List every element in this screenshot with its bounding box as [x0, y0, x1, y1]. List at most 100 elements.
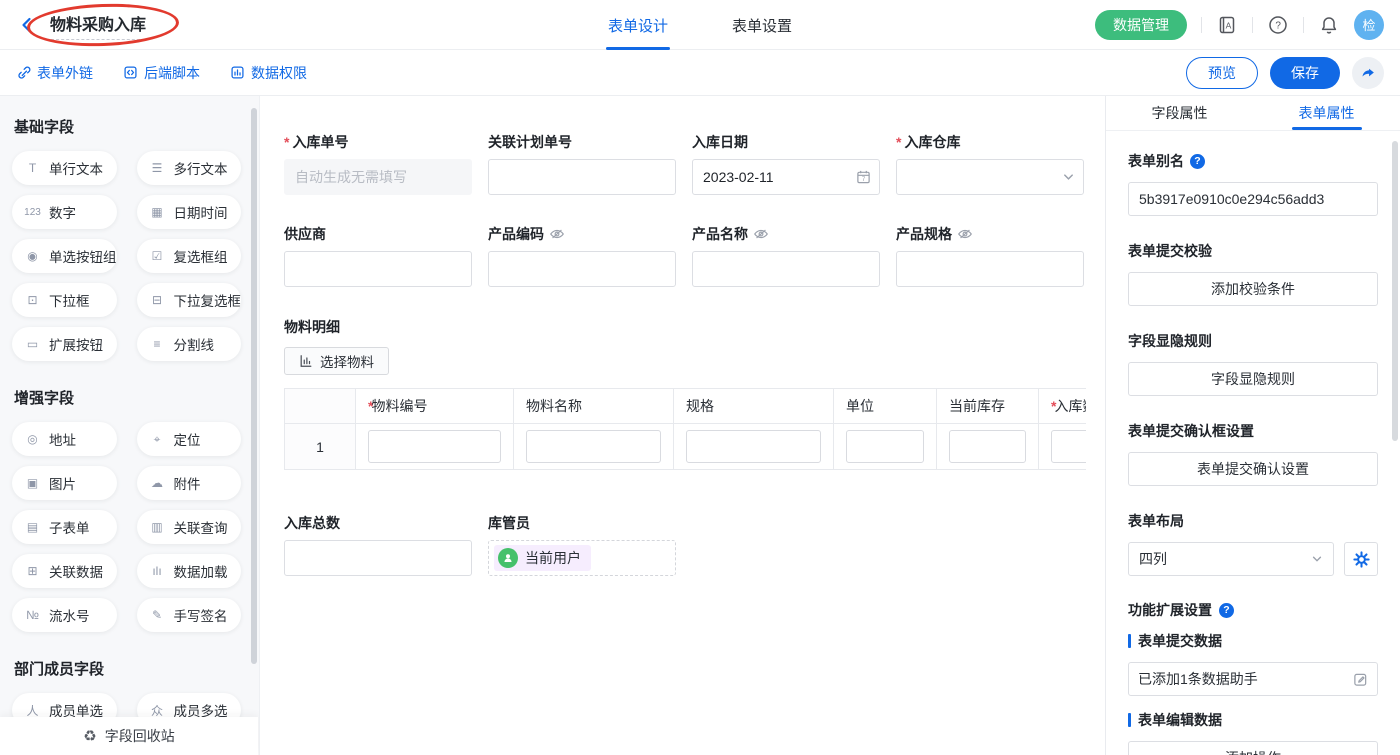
- unit-cell-input[interactable]: [846, 430, 924, 463]
- keeper-input[interactable]: 当前用户: [488, 540, 676, 576]
- material-name-cell-input[interactable]: [526, 430, 661, 463]
- field-item-checkbox-group[interactable]: ☑复选框组: [137, 239, 242, 273]
- field-item-multi-line-text[interactable]: ☰多行文本: [137, 151, 242, 185]
- product-code-input[interactable]: [488, 251, 676, 287]
- edit-icon[interactable]: [1353, 672, 1368, 687]
- warehouse-select[interactable]: [896, 159, 1084, 195]
- image-icon: ▣: [24, 476, 41, 490]
- field-supplier[interactable]: 供应商: [284, 225, 472, 287]
- field-item-data-loading[interactable]: ılı数据加载: [137, 554, 242, 588]
- visibility-rules-button[interactable]: 字段显隐规则: [1128, 362, 1378, 396]
- form-design-canvas: *入库单号 关联计划单号 入库日期 2023-02-11 7 *入库仓库: [260, 96, 1106, 755]
- inbound-no-input[interactable]: [284, 159, 472, 195]
- notification-bell-icon[interactable]: [1318, 14, 1340, 36]
- properties-panel: 字段属性 表单属性 表单别名 ? 表单提交校验 添加校验条件 字段显隐规则 字段…: [1106, 96, 1400, 755]
- product-name-input[interactable]: [692, 251, 880, 287]
- help-icon[interactable]: ?: [1219, 603, 1234, 618]
- eye-off-icon: [957, 226, 973, 242]
- save-button[interactable]: 保存: [1270, 57, 1340, 89]
- field-inbound-no[interactable]: *入库单号: [284, 133, 472, 195]
- field-item-subform[interactable]: ▤子表单: [12, 510, 117, 544]
- field-item-serial-number[interactable]: №流水号: [12, 598, 117, 632]
- serial-number-icon: №: [24, 608, 41, 622]
- field-item-related-query[interactable]: ▥关联查询: [137, 510, 242, 544]
- field-item-address[interactable]: ◎地址: [12, 422, 117, 456]
- form-alias-input[interactable]: [1128, 182, 1378, 216]
- total-qty-input[interactable]: [284, 540, 472, 576]
- table-header-index: [284, 389, 356, 424]
- svg-text:A: A: [1226, 20, 1232, 30]
- sidebar-scrollbar[interactable]: [251, 108, 257, 664]
- field-item-signature[interactable]: ✎手写签名: [137, 598, 242, 632]
- table-header-spec: 规格: [674, 389, 834, 424]
- field-recycle-bin[interactable]: ♻ 字段回收站: [0, 717, 258, 755]
- field-item-number[interactable]: 123数字: [12, 195, 117, 229]
- tab-form-design[interactable]: 表单设计: [608, 0, 668, 50]
- data-manage-button[interactable]: 数据管理: [1095, 10, 1187, 40]
- field-item-datetime[interactable]: ▦日期时间: [137, 195, 242, 229]
- radio-icon: ◉: [24, 249, 41, 263]
- layout-select[interactable]: 四列: [1128, 542, 1334, 576]
- field-item-radio-group[interactable]: ◉单选按钮组: [12, 239, 117, 273]
- number-icon: 123: [24, 207, 41, 218]
- field-item-image[interactable]: ▣图片: [12, 466, 117, 500]
- field-item-dropdown[interactable]: ⊡下拉框: [12, 283, 117, 317]
- field-item-single-line-text[interactable]: T单行文本: [12, 151, 117, 185]
- help-icon[interactable]: ?: [1190, 154, 1205, 169]
- inbound-date-input[interactable]: 2023-02-11 7: [692, 159, 880, 195]
- field-label: 入库单号: [292, 132, 348, 152]
- field-product-name[interactable]: 产品名称: [692, 225, 880, 287]
- supplier-input[interactable]: [284, 251, 472, 287]
- plan-no-input[interactable]: [488, 159, 676, 195]
- field-item-multi-dropdown[interactable]: ⊟下拉复选框: [137, 283, 242, 317]
- row-index: 1: [284, 424, 356, 469]
- current-stock-cell-input[interactable]: [949, 430, 1026, 463]
- field-item-related-data[interactable]: ⊞关联数据: [12, 554, 117, 588]
- current-user-tag[interactable]: 当前用户: [494, 545, 591, 571]
- field-item-divider-line[interactable]: ≡分割线: [137, 327, 242, 361]
- divider-line-icon: ≡: [149, 337, 166, 351]
- select-material-button[interactable]: 选择物料: [284, 347, 389, 375]
- back-icon[interactable]: [16, 14, 38, 36]
- field-item-extend-button[interactable]: ▭扩展按钮: [12, 327, 117, 361]
- field-item-attachment[interactable]: ☁附件: [137, 466, 242, 500]
- backend-script-item[interactable]: 后端脚本: [123, 63, 200, 83]
- eye-off-icon: [549, 226, 565, 242]
- field-library-sidebar: 基础字段 T单行文本 ☰多行文本 123数字 ▦日期时间 ◉单选按钮组 ☑复选框…: [0, 96, 260, 755]
- preview-button[interactable]: 预览: [1186, 57, 1258, 89]
- avatar[interactable]: 检: [1354, 10, 1384, 40]
- tab-form-settings[interactable]: 表单设置: [732, 0, 792, 50]
- submit-confirm-button[interactable]: 表单提交确认设置: [1128, 452, 1378, 486]
- material-code-cell-input[interactable]: [368, 430, 501, 463]
- chevron-down-icon: [1062, 171, 1075, 184]
- add-operation-button[interactable]: 添加操作: [1128, 741, 1378, 755]
- panel-scrollbar[interactable]: [1392, 141, 1398, 441]
- add-validation-button[interactable]: 添加校验条件: [1128, 272, 1378, 306]
- field-item-location[interactable]: ⌖定位: [137, 422, 242, 456]
- external-link-item[interactable]: 表单外链: [16, 63, 93, 83]
- docs-book-icon[interactable]: A: [1216, 14, 1238, 36]
- field-plan-no[interactable]: 关联计划单号: [488, 133, 676, 195]
- field-label: 入库日期: [692, 132, 748, 152]
- field-warehouse-keeper[interactable]: 库管员 当前用户: [488, 514, 676, 576]
- help-icon[interactable]: ?: [1267, 14, 1289, 36]
- layout-settings-button[interactable]: [1344, 542, 1378, 576]
- external-link-label: 表单外链: [37, 63, 93, 83]
- field-warehouse[interactable]: *入库仓库: [896, 133, 1084, 195]
- field-total-qty[interactable]: 入库总数: [284, 514, 472, 576]
- product-spec-input[interactable]: [896, 251, 1084, 287]
- field-product-spec[interactable]: 产品规格: [896, 225, 1084, 287]
- data-permission-item[interactable]: 数据权限: [230, 63, 307, 83]
- share-button[interactable]: [1352, 57, 1384, 89]
- spec-cell-input[interactable]: [686, 430, 821, 463]
- tab-form-properties[interactable]: 表单属性: [1253, 96, 1400, 130]
- table-header-unit: 单位: [834, 389, 937, 424]
- section-title-enhanced-fields: 增强字段: [14, 387, 241, 408]
- field-inbound-date[interactable]: 入库日期 2023-02-11 7: [692, 133, 880, 195]
- page-title[interactable]: 物料采购入库: [46, 9, 150, 40]
- field-label: 供应商: [284, 224, 326, 244]
- tab-field-properties[interactable]: 字段属性: [1106, 96, 1253, 130]
- data-assistant-box[interactable]: 已添加1条数据助手: [1128, 662, 1378, 696]
- field-product-code[interactable]: 产品编码: [488, 225, 676, 287]
- inbound-qty-cell-input[interactable]: [1051, 430, 1086, 463]
